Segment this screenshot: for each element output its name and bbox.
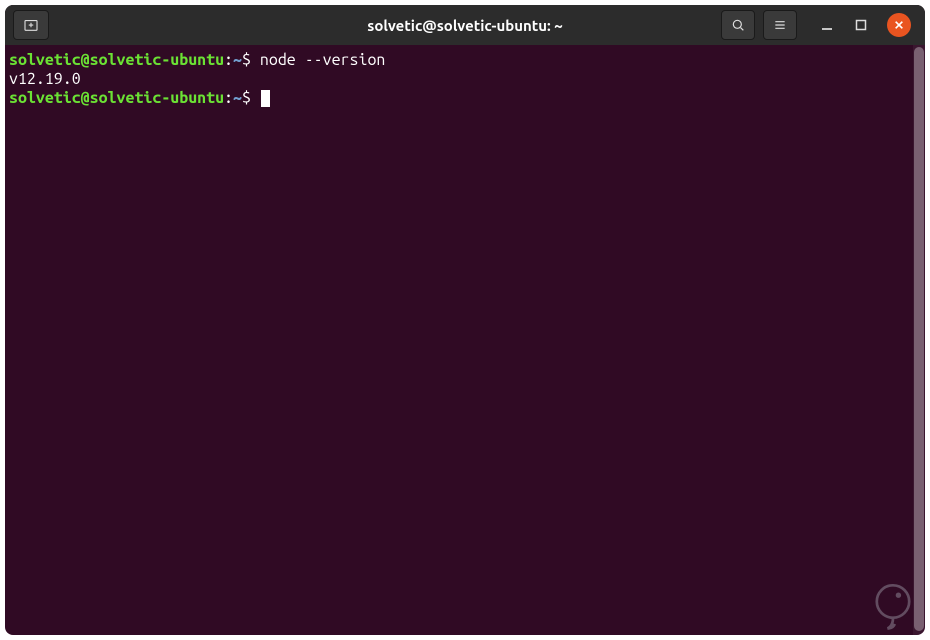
prompt-symbol: $ bbox=[242, 51, 251, 69]
prompt-path: ~ bbox=[233, 89, 242, 107]
search-icon bbox=[730, 17, 746, 33]
titlebar-left bbox=[13, 10, 49, 40]
prompt-path: ~ bbox=[233, 51, 242, 69]
terminal-line: solvetic@solvetic-ubuntu:~$ node --versi… bbox=[9, 51, 921, 70]
terminal-window: solvetic@solvetic-ubuntu: ~ bbox=[5, 5, 925, 635]
window-title: solvetic@solvetic-ubuntu: ~ bbox=[367, 17, 562, 34]
scrollbar-thumb[interactable] bbox=[914, 47, 924, 631]
new-tab-icon bbox=[22, 16, 40, 34]
terminal-line: solvetic@solvetic-ubuntu:~$ bbox=[9, 89, 921, 108]
prompt-colon: : bbox=[224, 51, 233, 69]
prompt-user: solvetic@solvetic-ubuntu bbox=[9, 51, 224, 69]
watermark-logo bbox=[866, 579, 920, 633]
output-text: v12.19.0 bbox=[9, 70, 81, 88]
cursor-area bbox=[251, 89, 270, 107]
maximize-button[interactable] bbox=[853, 17, 869, 33]
prompt-colon: : bbox=[224, 89, 233, 107]
minimize-icon bbox=[821, 19, 833, 31]
close-icon bbox=[894, 20, 904, 30]
cursor bbox=[261, 90, 270, 107]
prompt-user: solvetic@solvetic-ubuntu bbox=[9, 89, 224, 107]
prompt-symbol: $ bbox=[242, 89, 251, 107]
hamburger-icon bbox=[772, 17, 788, 33]
window-controls bbox=[819, 13, 911, 37]
search-button[interactable] bbox=[721, 10, 755, 40]
menu-button[interactable] bbox=[763, 10, 797, 40]
scrollbar[interactable] bbox=[913, 45, 925, 635]
minimize-button[interactable] bbox=[819, 17, 835, 33]
new-tab-button[interactable] bbox=[13, 10, 49, 40]
close-button[interactable] bbox=[887, 13, 911, 37]
terminal-body[interactable]: solvetic@solvetic-ubuntu:~$ node --versi… bbox=[5, 45, 925, 635]
maximize-icon bbox=[855, 19, 867, 31]
terminal-line: v12.19.0 bbox=[9, 70, 921, 89]
titlebar: solvetic@solvetic-ubuntu: ~ bbox=[5, 5, 925, 45]
command-text: node --version bbox=[251, 51, 385, 69]
titlebar-right bbox=[721, 10, 917, 40]
